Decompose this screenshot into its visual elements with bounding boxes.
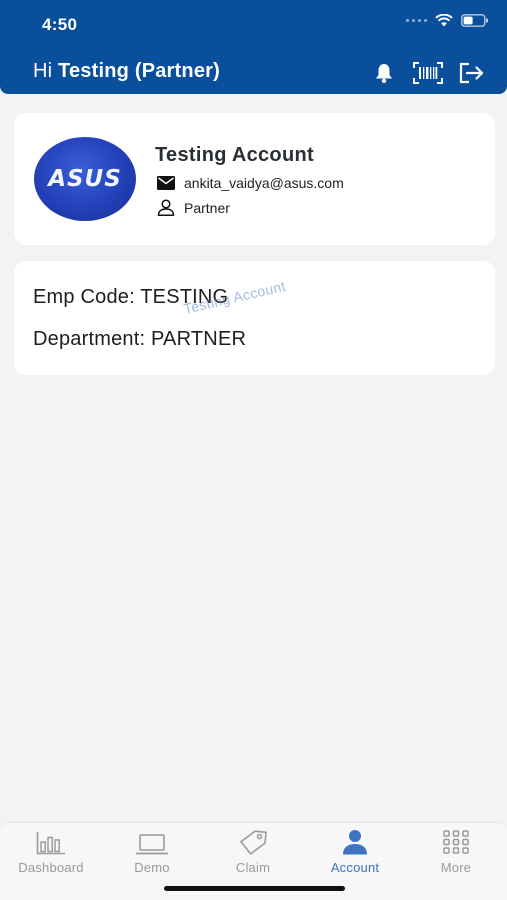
logout-icon xyxy=(459,62,484,84)
email-text: ankita_vaidya@asus.com xyxy=(184,175,344,191)
tab-more[interactable]: More xyxy=(406,827,506,875)
notifications-button[interactable] xyxy=(369,60,399,86)
department: Department: PARTNER xyxy=(33,328,247,350)
account-name: Testing Account xyxy=(155,144,314,166)
tab-label-dashboard: Dashboard xyxy=(18,860,84,875)
status-time: 4:50 xyxy=(42,15,78,34)
tab-demo[interactable]: Demo xyxy=(102,827,202,875)
laptop-icon xyxy=(136,834,168,855)
home-indicator xyxy=(164,886,345,891)
greeting-name: Testing (Partner) xyxy=(58,60,220,82)
mail-icon xyxy=(157,176,175,190)
tab-label-more: More xyxy=(440,860,472,875)
bar-chart-icon xyxy=(36,832,65,855)
logo-text: ASUS xyxy=(48,166,122,192)
cellular-signal-icon xyxy=(406,19,427,22)
bell-icon xyxy=(376,64,392,83)
tab-account[interactable]: Account xyxy=(305,827,405,875)
status-icons xyxy=(406,14,489,27)
tag-icon xyxy=(240,830,267,855)
details-card: Emp Code: TESTING Department: PARTNER Te… xyxy=(14,261,495,375)
tab-label-demo: Demo xyxy=(134,860,170,875)
profile-card: ASUS Testing Account ankita_vaidya@asus.… xyxy=(14,113,495,245)
role-text: Partner xyxy=(184,199,230,216)
battery-icon xyxy=(461,14,488,27)
wifi-icon xyxy=(435,14,453,27)
app-header: 4:50 Hi Testing (Partner) xyxy=(0,0,507,94)
grid-icon xyxy=(443,830,469,854)
role-row: Partner xyxy=(157,199,230,216)
header-actions xyxy=(369,60,487,86)
barcode-scan-button[interactable] xyxy=(413,60,443,86)
person-outline-icon xyxy=(157,199,175,216)
company-logo: ASUS xyxy=(34,137,136,221)
tab-claim[interactable]: Claim xyxy=(203,827,303,875)
tab-dashboard[interactable]: Dashboard xyxy=(1,827,101,875)
tab-label-claim: Claim xyxy=(235,860,271,875)
greeting-prefix: Hi xyxy=(33,60,59,82)
person-icon xyxy=(343,830,367,855)
tab-label-account: Account xyxy=(330,860,380,875)
barcode-scan-icon xyxy=(413,62,443,84)
email-row: ankita_vaidya@asus.com xyxy=(157,175,344,191)
greeting: Hi Testing (Partner) xyxy=(33,60,220,83)
logout-button[interactable] xyxy=(457,60,487,86)
watermark: Testing Account xyxy=(182,277,288,317)
